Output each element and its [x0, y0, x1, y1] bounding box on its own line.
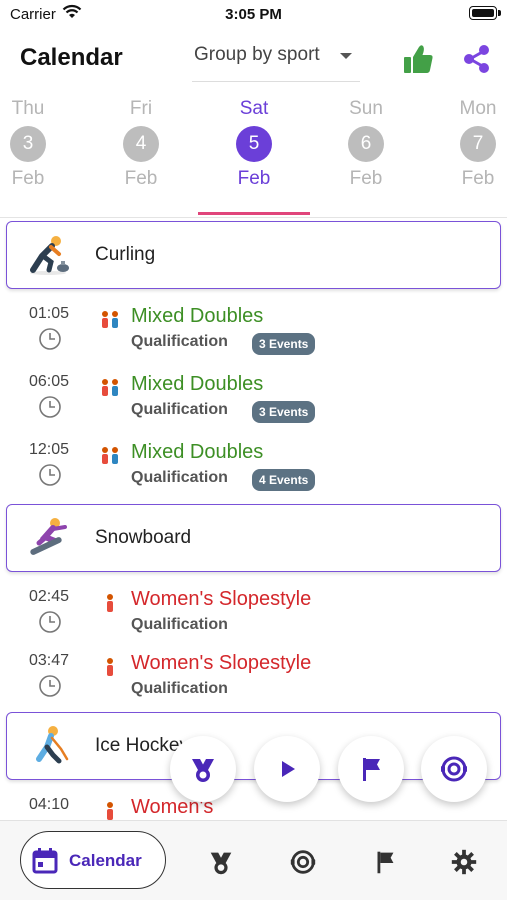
sport-header-curling[interactable]: Curling [6, 221, 501, 289]
event-row[interactable]: 03:47 Women's Slopestyle Qualification [0, 652, 507, 720]
event-time: 12:05 [28, 441, 70, 458]
day-of-week: Mon [459, 98, 497, 119]
play-icon [282, 761, 295, 777]
gear-icon[interactable] [449, 847, 479, 877]
calendar-icon [32, 848, 58, 874]
event-name: Mixed Doubles [131, 373, 264, 395]
sport-name: Curling [95, 244, 156, 265]
sport-header-snowboard[interactable]: Snowboard [6, 504, 501, 572]
event-row[interactable]: 12:05 Mixed Doubles Qualification 4 Even… [0, 441, 507, 509]
event-name: Women's Slopestyle [131, 588, 312, 610]
clock-time: 3:05 PM [225, 6, 282, 23]
ice-hockey-icon [36, 726, 69, 764]
bottom-nav: Calendar [0, 820, 507, 900]
day-of-week: Fri [129, 98, 153, 119]
day-month: Feb [349, 168, 383, 189]
event-list[interactable]: Curling 01:05 Mixed Doubles Qualificatio… [0, 218, 507, 820]
event-phase: Qualification [131, 680, 228, 697]
day-of-week: Sun [349, 98, 383, 119]
nav-calendar-button[interactable]: Calendar [20, 831, 166, 889]
event-row[interactable]: 04:10 Women's [0, 796, 507, 820]
mixed-gender-icon [102, 447, 118, 464]
mixed-gender-icon [102, 379, 118, 396]
flag-fab[interactable] [338, 736, 404, 802]
day-of-week: Thu [11, 98, 45, 119]
events-count-badge: 3 Events [252, 333, 316, 355]
share-icon[interactable] [460, 42, 494, 76]
app-header: Calendar Group by sport [0, 30, 507, 90]
caret-down-icon [340, 53, 352, 59]
event-name: Mixed Doubles [131, 305, 264, 327]
event-row[interactable]: 02:45 Women's Slopestyle Qualification [0, 588, 507, 656]
group-by-value: Group by sport [194, 44, 320, 65]
event-phase: Qualification [131, 401, 228, 418]
event-phase: Qualification [131, 469, 228, 486]
day-month: Feb [124, 168, 158, 189]
woman-icon [107, 594, 113, 612]
date-strip: Thu 3 Feb Fri 4 Feb Sat 5 Feb Sun 6 Feb … [0, 96, 507, 218]
event-time: 03:47 [28, 652, 70, 669]
day-number: 7 [460, 126, 496, 162]
event-time: 04:10 [28, 796, 70, 813]
event-phase: Qualification [131, 616, 228, 633]
clock-icon [39, 611, 61, 633]
day-month: Feb [461, 168, 495, 189]
event-phase: Qualification [131, 333, 228, 350]
events-count-badge: 4 Events [252, 469, 316, 491]
event-name: Women's Slopestyle [131, 652, 312, 674]
day-number: 3 [10, 126, 46, 162]
woman-icon [107, 658, 113, 676]
date-item[interactable]: Mon 7 Feb [433, 96, 507, 216]
medals-icon[interactable] [206, 847, 236, 877]
event-row[interactable]: 01:05 Mixed Doubles Qualification 3 Even… [0, 305, 507, 373]
battery-icon [469, 6, 501, 20]
event-time: 06:05 [28, 373, 70, 390]
clock-icon [39, 675, 61, 697]
event-time: 02:45 [28, 588, 70, 605]
status-bar: Carrier 3:05 PM [0, 0, 507, 30]
play-fab[interactable] [254, 736, 320, 802]
medals-fab[interactable] [170, 736, 236, 802]
sport-name: Snowboard [95, 527, 192, 548]
olympic-rings-icon [441, 756, 467, 782]
nav-calendar-label: Calendar [69, 851, 142, 870]
medals-icon [192, 759, 214, 782]
date-item[interactable]: Thu 3 Feb [0, 96, 73, 216]
event-time: 01:05 [28, 305, 70, 322]
day-number: 4 [123, 126, 159, 162]
event-row[interactable]: 06:05 Mixed Doubles Qualification 3 Even… [0, 373, 507, 441]
thumbs-up-icon[interactable] [400, 42, 436, 76]
day-number: 5 [236, 126, 272, 162]
selected-day-indicator [198, 212, 310, 215]
clock-icon [39, 328, 61, 350]
flag-icon[interactable] [370, 847, 400, 877]
flag-icon [363, 758, 380, 781]
date-item-selected[interactable]: Sat 5 Feb [209, 96, 299, 216]
day-month: Feb [11, 168, 45, 189]
snowboard-icon [30, 518, 67, 555]
day-of-week: Sat [239, 98, 269, 119]
group-by-dropdown[interactable]: Group by sport [192, 38, 360, 82]
olympic-rings-fab[interactable] [421, 736, 487, 802]
day-number: 6 [348, 126, 384, 162]
woman-icon [107, 802, 113, 820]
day-month: Feb [237, 168, 271, 189]
clock-icon [39, 396, 61, 418]
olympic-rings-icon[interactable] [288, 847, 318, 877]
event-name: Mixed Doubles [131, 441, 264, 463]
clock-icon [39, 464, 61, 486]
curling-icon [30, 236, 69, 275]
page-title: Calendar [20, 44, 123, 71]
date-item[interactable]: Sun 6 Feb [321, 96, 411, 216]
events-count-badge: 3 Events [252, 401, 316, 423]
date-item[interactable]: Fri 4 Feb [96, 96, 186, 216]
mixed-gender-icon [102, 311, 118, 328]
